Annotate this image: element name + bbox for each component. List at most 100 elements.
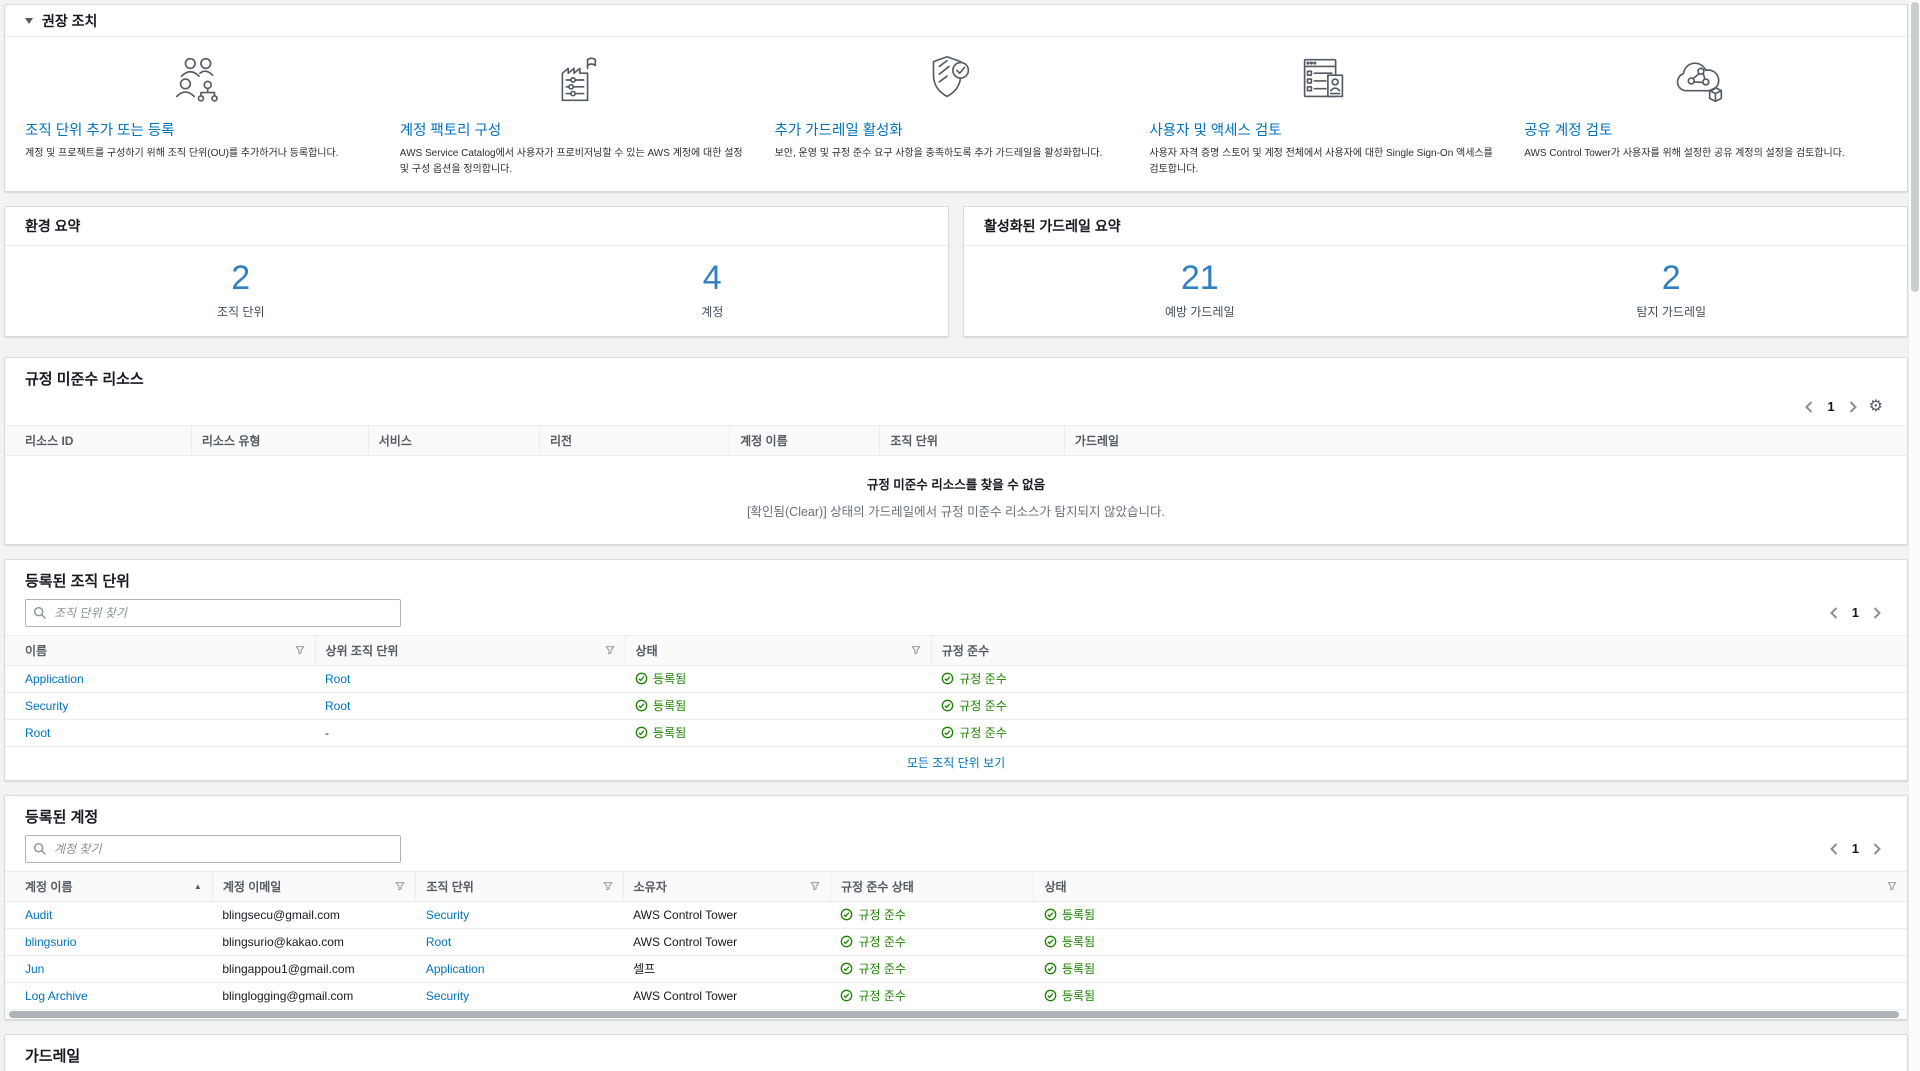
filter-icon[interactable] xyxy=(605,645,615,655)
card-link-enable-guardrails[interactable]: 추가 가드레일 활성화 xyxy=(775,119,1124,140)
ou-parent-link[interactable]: Root xyxy=(325,699,350,713)
ou-search-input[interactable] xyxy=(25,599,401,627)
ou-parent-link[interactable]: Root xyxy=(325,672,350,686)
compliance-badge: 규정 준수 xyxy=(941,697,1007,714)
filter-icon[interactable] xyxy=(603,881,613,891)
account-ou-link[interactable]: Security xyxy=(426,908,469,922)
account-ou-link[interactable]: Root xyxy=(426,935,451,949)
metric-value-link[interactable]: 2 xyxy=(5,258,477,299)
table-header-row: 계정 이름▲ 계정 이메일 조직 단위 소유자 규정 준수 상태 상태 xyxy=(5,871,1907,901)
filter-icon[interactable] xyxy=(1887,881,1897,891)
col-parent-ou: 상위 조직 단위 xyxy=(315,635,625,665)
filter-icon[interactable] xyxy=(395,881,405,891)
guardrail-summary-header: 활성화된 가드레일 요약 xyxy=(964,207,1907,246)
account-table-row: Log Archive blinglogging@gmail.com Secur… xyxy=(5,982,1907,1009)
filter-icon[interactable] xyxy=(911,645,921,655)
check-circle-icon-label: 등록됨 xyxy=(1062,933,1095,950)
view-all-ous-link[interactable]: 모든 조직 단위 보기 xyxy=(907,756,1005,770)
card-link-review-shared-accounts[interactable]: 공유 계정 검토 xyxy=(1524,119,1873,140)
environment-summary-header: 환경 요약 xyxy=(5,207,948,246)
col-resource-id: 리소스 ID xyxy=(5,425,191,455)
state-badge: 등록됨 xyxy=(635,697,686,714)
ou-parent-link[interactable]: - xyxy=(325,726,329,740)
card-account-factory: 계정 팩토리 구성 AWS Service Catalog에서 사용자가 프로비… xyxy=(394,49,769,177)
horizontal-scrollbar[interactable] xyxy=(5,1010,1907,1019)
ou-name-link[interactable]: Security xyxy=(25,699,68,713)
check-circle-icon-label: 규정 준수 xyxy=(959,670,1007,687)
settings-gear-icon[interactable]: ⚙ xyxy=(1865,397,1887,417)
state-badge: 등록됨 xyxy=(1044,933,1095,950)
check-circle-icon-label: 규정 준수 xyxy=(959,724,1007,741)
account-owner: AWS Control Tower xyxy=(623,901,830,928)
environment-metrics: 2 조직 단위 4 계정 xyxy=(5,246,948,336)
noncompliant-resources-panel: 규정 미준수 리소스 1 ⚙ 리소스 ID 리소스 유형 xyxy=(4,357,1908,545)
page-number[interactable]: 1 xyxy=(1846,605,1865,620)
search-icon xyxy=(33,842,47,861)
page-scrollbar-thumb[interactable] xyxy=(1911,2,1919,292)
card-desc: 보안, 운영 및 규정 준수 요구 사항을 충족하도록 추가 가드레일을 활성화… xyxy=(775,146,1124,162)
card-link-account-factory[interactable]: 계정 팩토리 구성 xyxy=(400,119,749,140)
compliance-badge: 규정 준수 xyxy=(941,724,1007,741)
compliance-badge: 규정 준수 xyxy=(941,670,1007,687)
metric: 2 탐지 가드레일 xyxy=(1436,258,1908,320)
account-search-input[interactable] xyxy=(25,835,401,863)
prev-page-button[interactable] xyxy=(1824,840,1844,858)
chevron-down-icon xyxy=(25,18,33,24)
filter-icon[interactable] xyxy=(295,645,305,655)
next-page-button[interactable] xyxy=(1867,840,1887,858)
table-header-row: 리소스 ID 리소스 유형 서비스 리전 계정 이름 조직 단위 가드레일 xyxy=(5,425,1907,455)
account-name-link[interactable]: Log Archive xyxy=(25,989,88,1003)
table-header-row: 이름 상위 조직 단위 상태 규정 준수 xyxy=(5,635,1907,665)
card-add-org-unit: 조직 단위 추가 또는 등록 계정 및 프로젝트를 구성하기 위해 조직 단위(… xyxy=(19,49,394,177)
compliance-badge: 규정 준수 xyxy=(840,933,906,950)
prev-page-button[interactable] xyxy=(1799,398,1819,416)
registered-accounts-table: 계정 이름▲ 계정 이메일 조직 단위 소유자 규정 준수 상태 상태 Audi… xyxy=(5,871,1907,1010)
metric-value-link[interactable]: 4 xyxy=(477,258,949,299)
ou-name-link[interactable]: Root xyxy=(25,726,50,740)
next-page-button[interactable] xyxy=(1843,398,1863,416)
account-owner: AWS Control Tower xyxy=(623,928,830,955)
recommended-actions-expander[interactable]: 권장 조치 xyxy=(5,5,1907,37)
account-name-link[interactable]: blingsurio xyxy=(25,935,76,949)
prev-page-button[interactable] xyxy=(1824,604,1844,622)
check-circle-icon-label: 규정 준수 xyxy=(858,987,906,1004)
col-account-name[interactable]: 계정 이름▲ xyxy=(5,871,212,901)
col-resource-type: 리소스 유형 xyxy=(191,425,368,455)
metric-value-link[interactable]: 21 xyxy=(964,258,1436,299)
account-ou-link[interactable]: Application xyxy=(426,962,485,976)
account-ou-link[interactable]: Security xyxy=(426,989,469,1003)
page-number[interactable]: 1 xyxy=(1846,841,1865,856)
card-link-add-org-unit[interactable]: 조직 단위 추가 또는 등록 xyxy=(25,119,374,140)
check-circle-icon-label: 규정 준수 xyxy=(858,906,906,923)
check-circle-icon-label: 등록됨 xyxy=(653,670,686,687)
card-desc: AWS Control Tower가 사용자를 위해 설정한 공유 계정의 설정… xyxy=(1524,146,1873,162)
noncompliant-toolbar: 1 ⚙ xyxy=(5,393,1907,425)
ou-name-link[interactable]: Application xyxy=(25,672,84,686)
col-owner: 소유자 xyxy=(623,871,830,901)
check-circle-icon-label: 등록됨 xyxy=(653,724,686,741)
account-name-link[interactable]: Jun xyxy=(25,962,44,976)
account-search xyxy=(25,835,401,863)
filter-icon[interactable] xyxy=(810,881,820,891)
next-page-button[interactable] xyxy=(1867,604,1887,622)
summary-row: 환경 요약 2 조직 단위 4 계정 활성화된 가드레일 요약 xyxy=(4,206,1908,337)
section-title: 규정 미준수 리소스 xyxy=(5,358,1907,393)
account-email: blingsurio@kakao.com xyxy=(212,928,416,955)
metric-value-link[interactable]: 2 xyxy=(1436,258,1908,299)
ou-table-row: Application Root 등록됨 규정 준수 xyxy=(5,665,1907,692)
col-account-name: 계정 이름 xyxy=(730,425,880,455)
card-link-review-users[interactable]: 사용자 및 액세스 검토 xyxy=(1149,119,1498,140)
account-table-row: blingsurio blingsurio@kakao.com Root AWS… xyxy=(5,928,1907,955)
sort-ascending-icon[interactable]: ▲ xyxy=(194,882,202,891)
page-scrollbar[interactable] xyxy=(1908,0,1920,1071)
section-title: 등록된 계정 xyxy=(5,796,1907,831)
registered-accounts-panel: 등록된 계정 1 xyxy=(4,795,1908,1020)
compliance-badge: 규정 준수 xyxy=(840,987,906,1004)
environment-summary-panel: 환경 요약 2 조직 단위 4 계정 xyxy=(4,206,949,337)
horizontal-scrollbar-thumb[interactable] xyxy=(9,1011,1899,1018)
state-badge: 등록됨 xyxy=(1044,960,1095,977)
col-org-unit: 조직 단위 xyxy=(880,425,1064,455)
page-number[interactable]: 1 xyxy=(1821,399,1840,414)
compliance-badge: 규정 준수 xyxy=(840,960,906,977)
account-name-link[interactable]: Audit xyxy=(25,908,52,922)
